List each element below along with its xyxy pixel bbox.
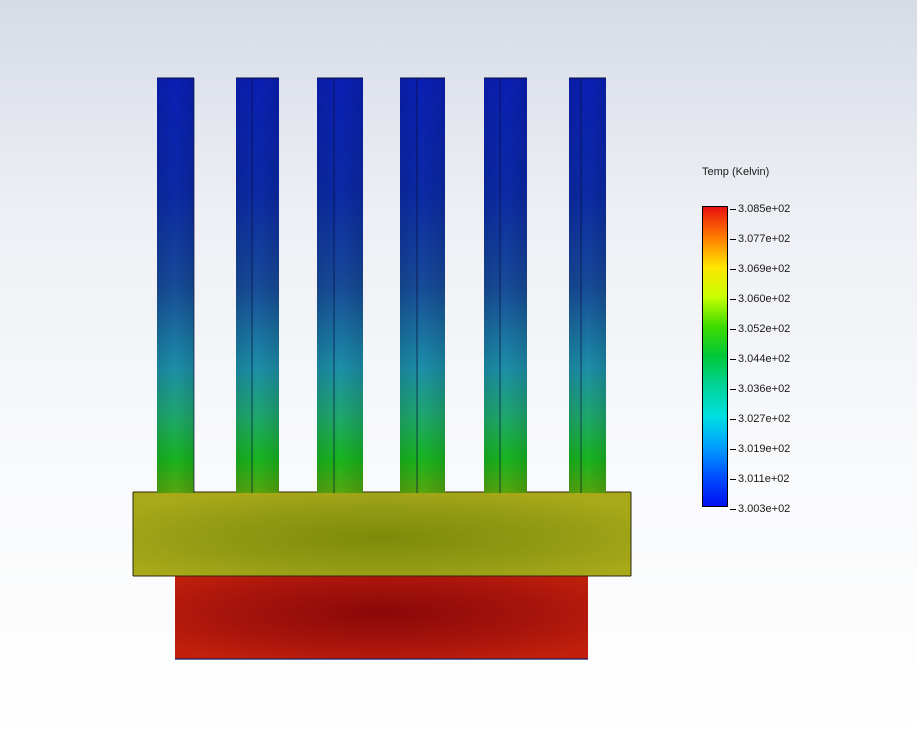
legend-tick	[730, 509, 736, 510]
fin-shading	[236, 78, 279, 493]
legend-label: 3.085e+02	[738, 203, 791, 215]
legend-label: 3.011e+02	[738, 473, 790, 485]
fin-shading	[157, 78, 194, 493]
legend-tick	[730, 359, 736, 360]
fin-shading	[400, 78, 445, 493]
legend-tick	[730, 389, 736, 390]
legend-label: 3.019e+02	[738, 443, 791, 455]
legend-tick	[730, 419, 736, 420]
heat-sink-model[interactable]	[0, 0, 917, 741]
legend-label: 3.003e+02	[738, 503, 791, 515]
fin-shading	[569, 78, 606, 493]
heat-sink-base	[133, 492, 631, 576]
legend-label: 3.077e+02	[738, 233, 791, 245]
legend-label: 3.044e+02	[738, 353, 791, 365]
legend-tick	[730, 209, 736, 210]
legend-label: 3.052e+02	[738, 323, 791, 335]
temperature-color-scale	[702, 206, 728, 507]
legend-tick	[730, 269, 736, 270]
legend-title: Temp (Kelvin)	[702, 166, 770, 178]
legend-tick	[730, 299, 736, 300]
fin-shading	[484, 78, 527, 493]
legend-label: 3.036e+02	[738, 383, 791, 395]
legend-label: 3.027e+02	[738, 413, 791, 425]
fin-shading	[317, 78, 363, 493]
heat-source-block	[175, 576, 588, 659]
legend-tick	[730, 329, 736, 330]
legend-tick	[730, 479, 736, 480]
legend-label: 3.060e+02	[738, 293, 791, 305]
legend-tick	[730, 239, 736, 240]
graphics-viewport[interactable]: Temp (Kelvin) 3.085e+02 3.077e+02 3.069e+0…	[0, 0, 917, 741]
legend-label: 3.069e+02	[738, 263, 791, 275]
legend-tick	[730, 449, 736, 450]
heat-sink-fins	[133, 77, 631, 493]
